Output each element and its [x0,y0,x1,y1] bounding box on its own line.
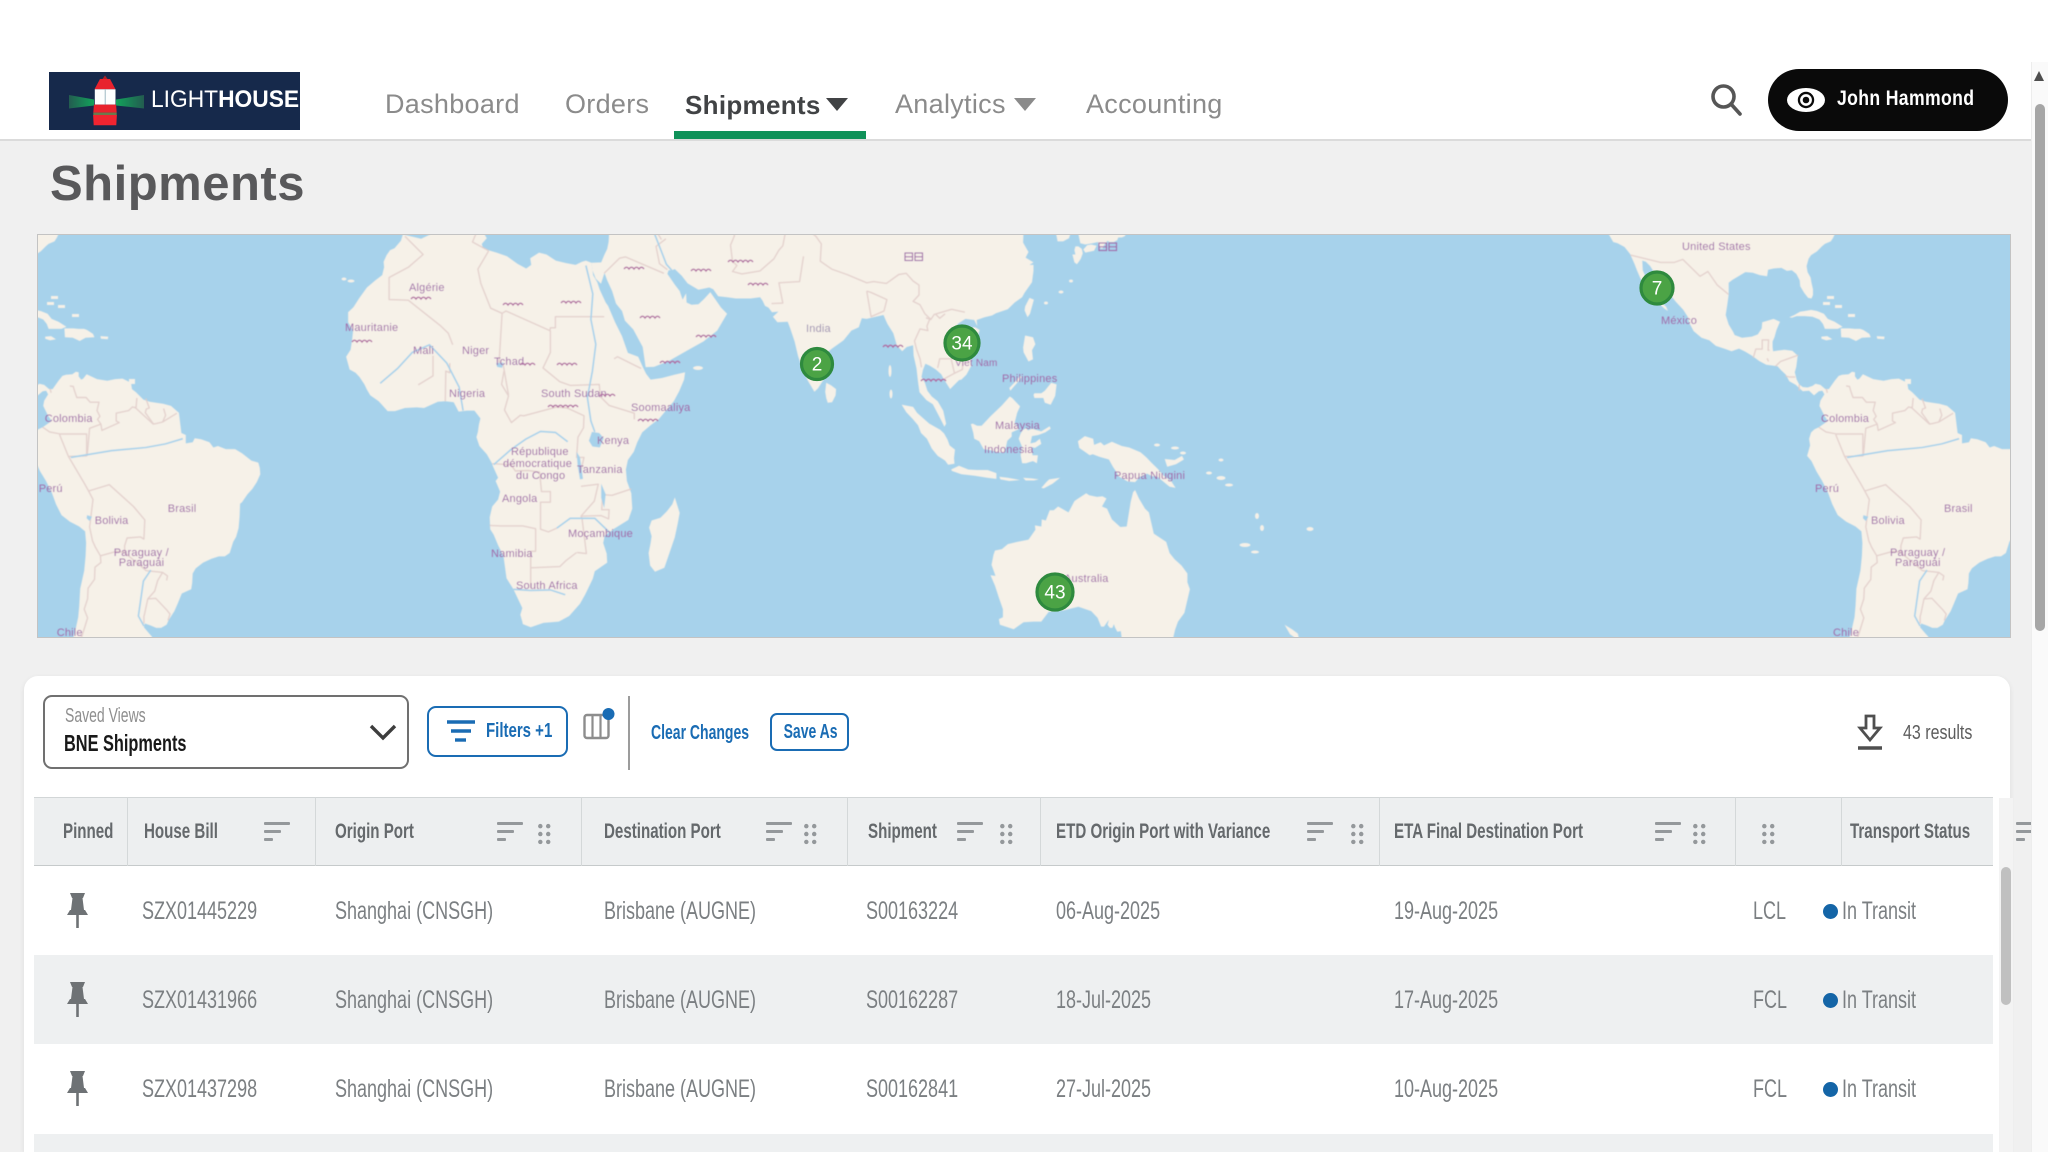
svg-text:Algérie: Algérie [409,282,445,294]
svg-text:Philippines: Philippines [1002,373,1058,385]
svg-text:Mauritanie: Mauritanie [345,322,398,334]
svg-text:Colombia: Colombia [45,413,94,425]
svg-text:Chile: Chile [1833,627,1859,637]
svg-text:34: 34 [951,334,973,355]
svg-text:Paraguái: Paraguái [1895,557,1941,569]
svg-text:India: India [806,323,832,335]
svg-text:Kenya: Kenya [597,435,630,447]
svg-text:LIGHTHOUSE: LIGHTHOUSE [151,85,299,112]
svg-text:Angola: Angola [502,493,538,505]
svg-text:South Africa: South Africa [516,580,578,592]
svg-text:République: République [511,446,569,458]
svg-text:démocratique: démocratique [503,458,572,470]
svg-text:Malaysia: Malaysia [995,420,1041,432]
svg-text:7: 7 [1652,279,1663,300]
svg-text:Bolivia: Bolivia [1871,515,1905,527]
svg-text:United States: United States [1682,241,1751,253]
svg-text:43: 43 [1044,583,1065,604]
svg-text:Paraguái: Paraguái [119,557,165,569]
svg-text:Perú: Perú [39,483,63,495]
svg-text:Chile: Chile [57,627,83,637]
svg-text:Niger: Niger [462,345,489,357]
svg-text:Brasil: Brasil [168,503,197,515]
svg-text:Mali: Mali [413,345,434,357]
svg-text:Colombia: Colombia [1821,413,1870,425]
svg-text:Tchad: Tchad [494,356,524,368]
svg-text:Papua Niugini: Papua Niugini [1114,470,1185,482]
svg-text:Tanzania: Tanzania [577,464,623,476]
svg-text:Brasil: Brasil [1944,503,1973,515]
svg-text:2: 2 [812,355,823,376]
svg-text:Perú: Perú [1815,483,1839,495]
svg-text:México: México [1661,315,1697,327]
svg-text:Bolivia: Bolivia [95,515,129,527]
svg-text:du Congo: du Congo [516,470,565,482]
svg-text:Indonesia: Indonesia [984,444,1034,456]
svg-text:Namibia: Namibia [491,548,533,560]
svg-text:Nigeria: Nigeria [449,388,486,400]
svg-text:Soomaaliya: Soomaaliya [631,402,691,414]
svg-text:Moçambique: Moçambique [568,528,633,540]
svg-text:South Sudan: South Sudan [541,388,607,400]
